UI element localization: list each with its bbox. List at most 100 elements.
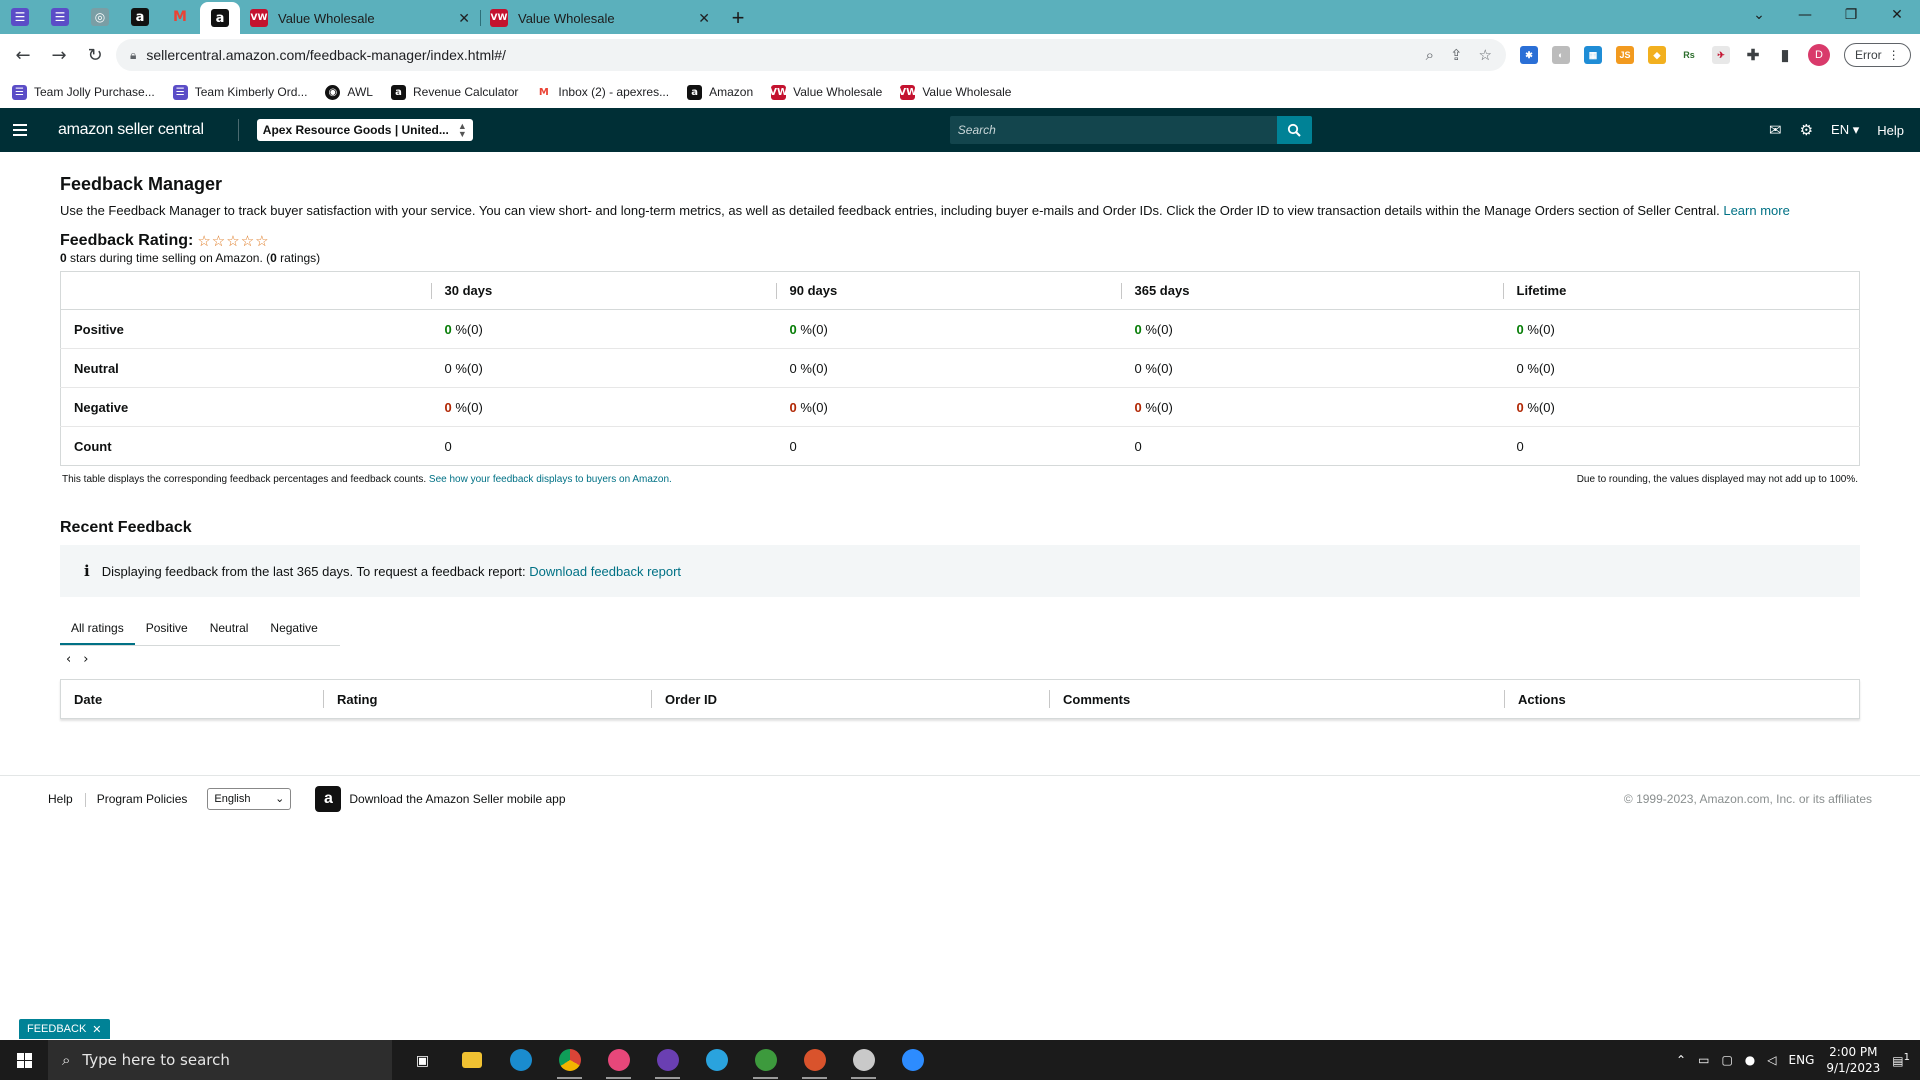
search-input[interactable]: Search (949, 116, 1277, 144)
chrome-profile-icon[interactable] (643, 1040, 692, 1080)
mail-icon[interactable]: ✉ (1769, 121, 1782, 139)
input-language[interactable]: ENG (1789, 1053, 1815, 1067)
zoom-app-icon[interactable] (888, 1040, 937, 1080)
start-button[interactable] (0, 1052, 48, 1068)
bookmark-item[interactable]: ◉ AWL (325, 84, 373, 100)
table-header-empty (60, 271, 431, 310)
download-report-link[interactable]: Download feedback report (529, 564, 681, 579)
column-header: Order ID (651, 679, 1049, 719)
buyer-display-link[interactable]: See how your feedback displays to buyers… (429, 474, 672, 485)
chrome-profile-icon[interactable] (741, 1040, 790, 1080)
amazon-app-icon[interactable]: a (315, 785, 342, 812)
extension-icon[interactable]: ◆ (1648, 46, 1666, 64)
minimize-button[interactable]: — (1782, 0, 1828, 30)
bookmark-label: Revenue Calculator (412, 85, 519, 99)
bookmark-star-icon[interactable]: ☆ (1479, 46, 1492, 64)
chevron-right-icon[interactable]: › (83, 652, 88, 667)
network-icon[interactable]: ▭ (1698, 1053, 1709, 1067)
footer-help-link[interactable]: Help (36, 792, 85, 806)
close-icon[interactable]: ✕ (698, 10, 710, 27)
tab-positive[interactable]: Positive (135, 611, 199, 645)
file-explorer-icon[interactable] (447, 1040, 496, 1080)
zoom-icon[interactable]: ⌕ (1426, 46, 1434, 64)
volume-icon[interactable]: ◁ (1767, 1053, 1776, 1067)
star-rating-icon: ☆☆☆☆☆ (197, 232, 270, 250)
pinned-tab-list-2[interactable]: ☰ (40, 0, 80, 34)
pinned-tab-seller-central-active[interactable]: a (200, 2, 240, 34)
share-icon[interactable]: ⇪ (1450, 46, 1463, 64)
task-view-icon[interactable]: ▣ (398, 1040, 447, 1080)
chrome-profile-icon[interactable] (790, 1040, 839, 1080)
learn-more-link[interactable]: Learn more (1723, 203, 1789, 218)
notification-icon[interactable]: ▤1 (1892, 1052, 1910, 1068)
cell-suffix: %(0) (451, 399, 483, 415)
extension-icon[interactable]: ✱ (1520, 46, 1538, 64)
extension-icon[interactable]: JS (1616, 46, 1634, 64)
tab-value-wholesale-2[interactable]: VW Value Wholesale ✕ (480, 2, 720, 34)
bookmark-item[interactable]: a Amazon (687, 84, 753, 100)
tab-neutral[interactable]: Neutral (199, 611, 260, 645)
help-link[interactable]: Help (1877, 123, 1904, 138)
bookmark-item[interactable]: VW Value Wholesale (769, 84, 882, 100)
bookmark-item[interactable]: M Inbox (2) - apexres... (536, 85, 669, 100)
table-cell: 0 %(0) (430, 348, 776, 388)
microphone-icon[interactable]: ● (1745, 1053, 1755, 1067)
url-text[interactable]: sellercentral.amazon.com/feedback-manage… (146, 47, 506, 63)
camera-icon[interactable]: ▢ (1721, 1053, 1732, 1067)
pinned-tab-list-1[interactable]: ☰ (0, 0, 40, 34)
pinned-tab-amazon[interactable]: a (120, 0, 160, 34)
tab-all-ratings[interactable]: All ratings (60, 611, 135, 645)
bookmark-item[interactable]: a Revenue Calculator (390, 84, 519, 100)
chrome-icon[interactable] (545, 1040, 594, 1080)
cell-number: 0 (1134, 399, 1142, 415)
extension-icon[interactable]: ◐ (1552, 46, 1570, 64)
rating-summary-text: stars during time selling on Amazon. ( (66, 251, 271, 265)
forward-button[interactable]: → (44, 40, 74, 70)
chevron-up-icon[interactable]: ⌃ (1676, 1053, 1686, 1067)
reload-button[interactable]: ↻ (80, 40, 110, 70)
search-icon: ⌕ (62, 1051, 71, 1069)
telegram-icon[interactable] (692, 1040, 741, 1080)
gear-icon[interactable]: ⚙ (1800, 121, 1813, 139)
pinned-tab-gmail[interactable]: M (160, 0, 200, 34)
bookmark-item[interactable]: ☰ Team Jolly Purchase... (12, 84, 155, 100)
taskbar-search[interactable]: ⌕ Type here to search (48, 1040, 392, 1080)
lock-icon[interactable]: 🔒︎ (130, 48, 136, 63)
store-selector[interactable]: Apex Resource Goods | United... ▲ ▼ (256, 119, 473, 141)
maximize-button[interactable]: ❐ (1828, 0, 1874, 30)
profile-avatar[interactable]: D (1808, 44, 1830, 66)
bookmark-item[interactable]: VW Value Wholesale (898, 84, 1011, 100)
menu-icon[interactable] (0, 124, 40, 136)
program-policies-link[interactable]: Program Policies (84, 792, 200, 807)
close-icon[interactable]: ✕ (92, 1023, 101, 1036)
language-selector[interactable]: EN ▾ (1831, 122, 1859, 138)
chevron-left-icon[interactable]: ‹ (66, 652, 71, 667)
cell-suffix: %(0) (796, 399, 828, 415)
edge-icon[interactable] (496, 1040, 545, 1080)
back-button[interactable]: ← (8, 40, 38, 70)
table-cell: 0 %(0) (1502, 309, 1860, 349)
pinned-tab-globe[interactable]: ◎ (80, 0, 120, 34)
extension-icon[interactable]: Rs (1680, 46, 1698, 64)
close-icon[interactable]: ✕ (458, 10, 470, 27)
footer-language-select[interactable]: English ⌄ (207, 787, 292, 810)
tab-value-wholesale-1[interactable]: VW Value Wholesale ✕ (240, 2, 480, 34)
close-window-button[interactable]: ✕ (1874, 0, 1920, 30)
new-tab-button[interactable]: + (720, 2, 756, 34)
error-button[interactable]: Error ⋮ (1844, 43, 1911, 67)
url-bar[interactable]: 🔒︎ sellercentral.amazon.com/feedback-man… (116, 39, 1506, 71)
app-icon[interactable] (839, 1040, 888, 1080)
tab-negative[interactable]: Negative (259, 611, 328, 645)
side-panel-icon[interactable]: ▮ (1776, 46, 1794, 64)
mobile-app-link[interactable]: Download the Amazon Seller mobile app (349, 792, 565, 806)
extension-icon[interactable]: ✈ (1712, 46, 1730, 64)
feedback-button[interactable]: FEEDBACK ✕ (19, 1019, 110, 1039)
chrome-profile-icon[interactable] (594, 1040, 643, 1080)
tab-search-icon[interactable]: ⌄ (1736, 0, 1782, 30)
puzzle-icon[interactable]: ✚ (1744, 46, 1762, 64)
bookmark-item[interactable]: ☰ Team Kimberly Ord... (172, 84, 307, 100)
extension-icon[interactable]: ▦ (1584, 46, 1602, 64)
search-button[interactable] (1276, 116, 1312, 144)
seller-central-logo[interactable]: amazon seller central (58, 121, 204, 139)
clock[interactable]: 2:00 PM 9/1/2023 (1826, 1044, 1880, 1076)
